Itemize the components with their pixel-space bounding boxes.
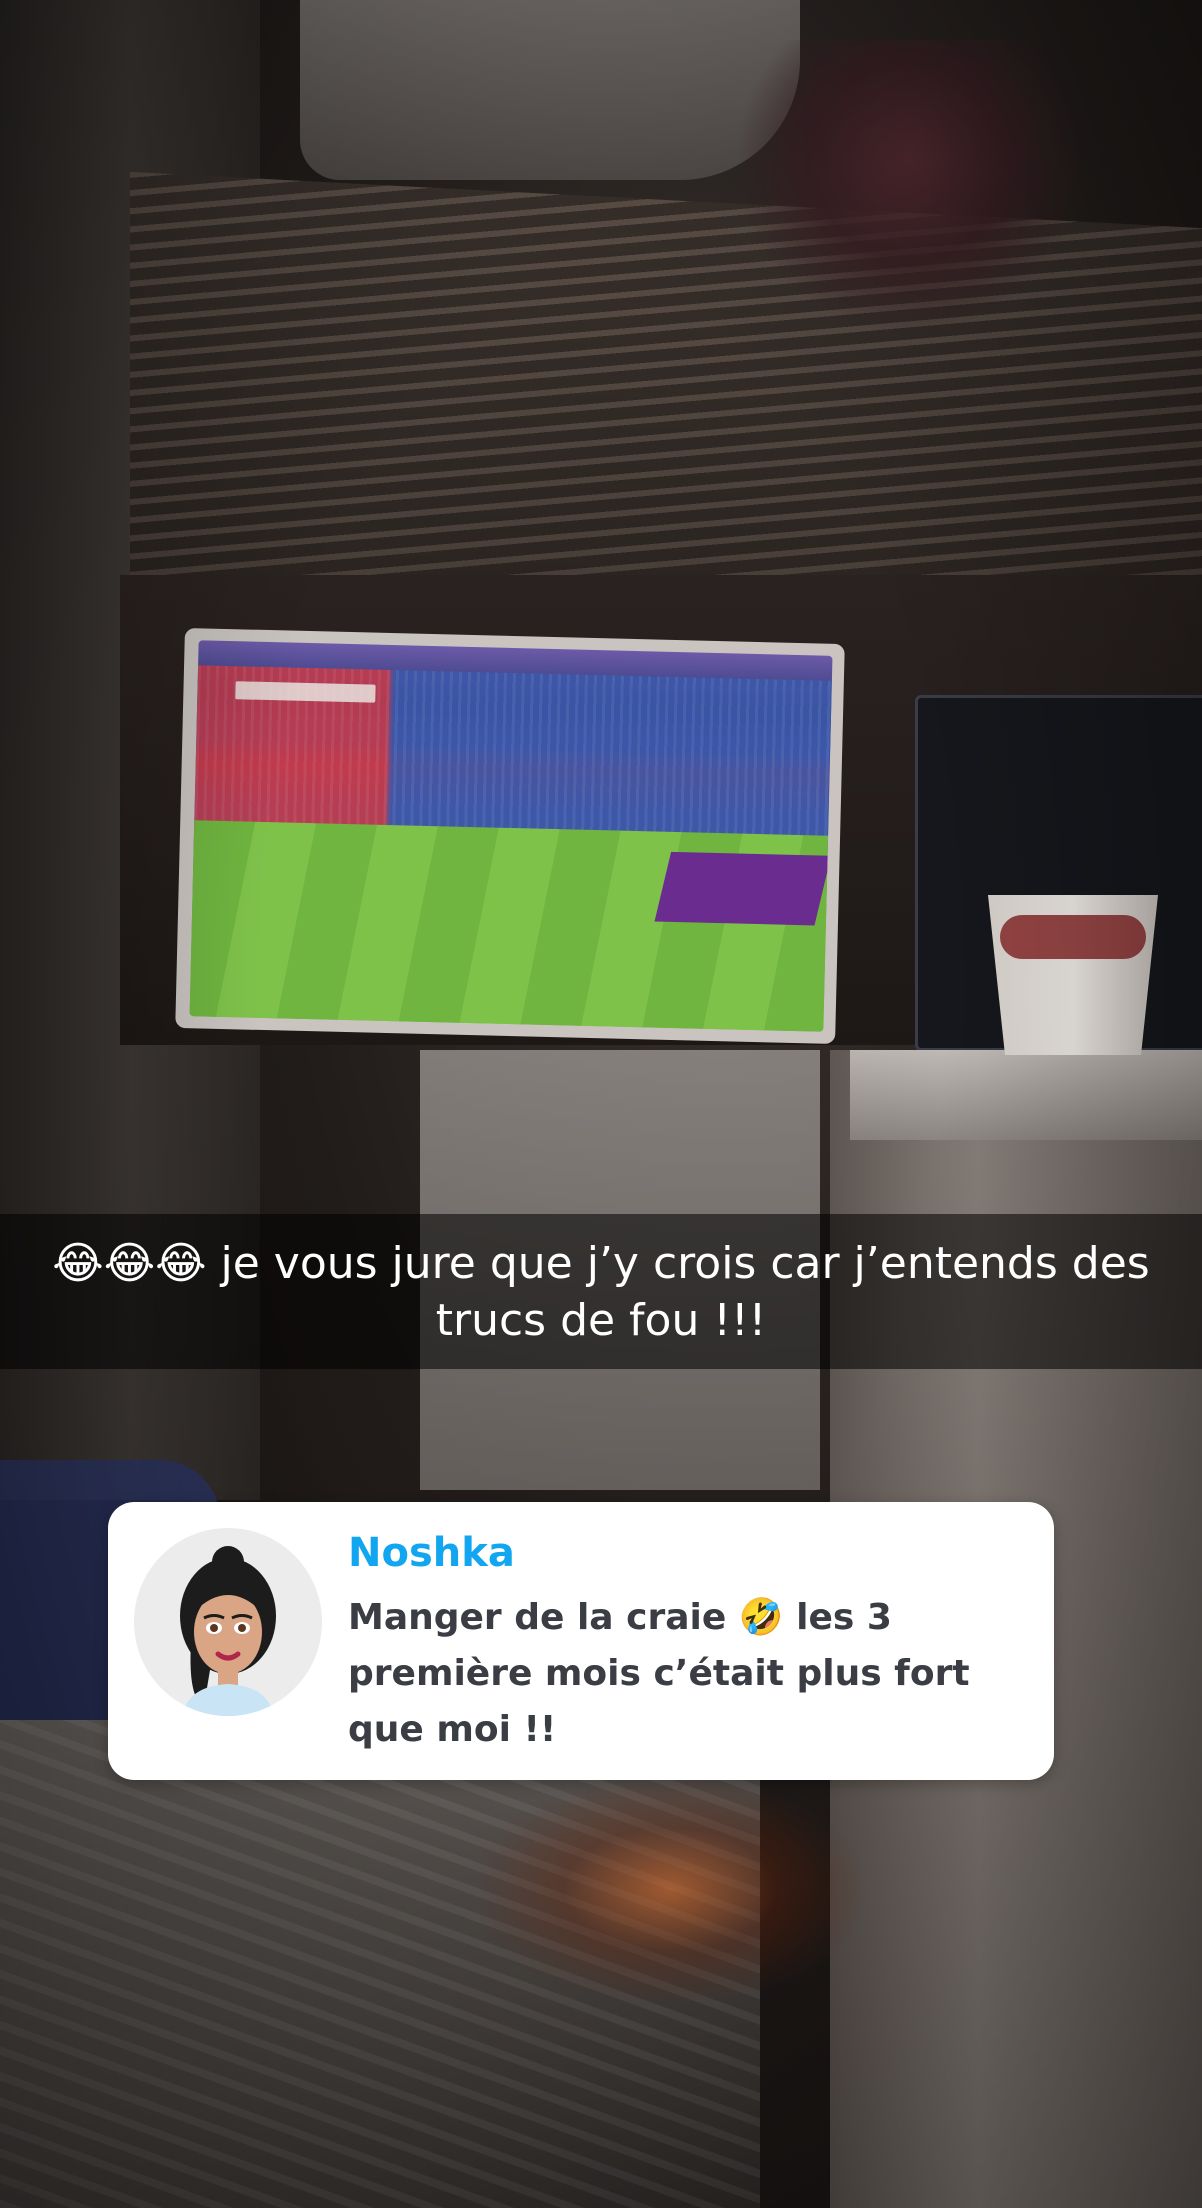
reply-card[interactable]: Noshka Manger de la craie 🤣 les 3 premiè… [108, 1502, 1054, 1780]
bitmoji-avatar-icon[interactable] [134, 1528, 322, 1716]
vignette [0, 0, 1202, 2208]
reply-message: Manger de la craie 🤣 les 3 première mois… [348, 1597, 970, 1750]
caption-bar[interactable]: 😂😂😂 je vous jure que j’y crois car j’ent… [0, 1214, 1202, 1369]
reply-username: Noshka [348, 1530, 515, 1576]
caption-text: 😂😂😂 je vous jure que j’y crois car j’ent… [52, 1237, 1150, 1346]
background-photo [0, 0, 1202, 2208]
avatar-illustration [180, 1546, 276, 1716]
